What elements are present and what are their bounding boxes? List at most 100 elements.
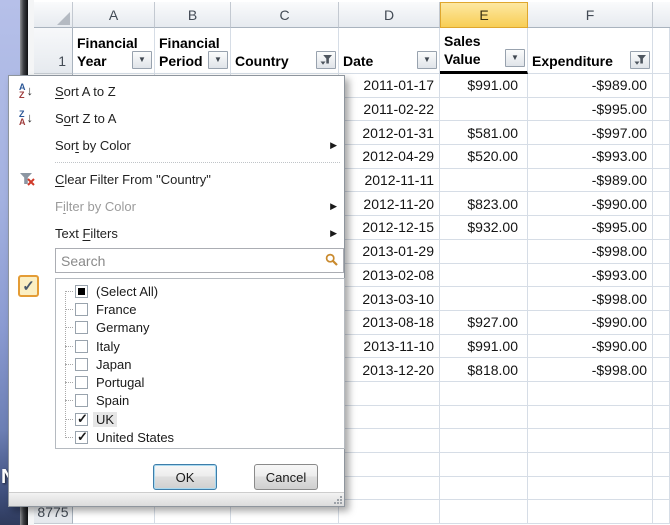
cell-sales[interactable] bbox=[440, 382, 528, 406]
cell-date[interactable]: 2013-08-18 bbox=[339, 311, 440, 335]
cell-sales[interactable]: $520.00 bbox=[440, 145, 528, 169]
cell-sales[interactable] bbox=[440, 264, 528, 288]
cell-sales[interactable] bbox=[440, 406, 528, 430]
cell[interactable] bbox=[653, 74, 670, 98]
cell-sales[interactable]: $927.00 bbox=[440, 311, 528, 335]
ok-button[interactable]: OK bbox=[153, 464, 217, 490]
checkbox-icon[interactable] bbox=[75, 303, 88, 316]
cell-sales[interactable] bbox=[440, 98, 528, 122]
cell-expenditure[interactable]: -$995.00 bbox=[528, 98, 653, 122]
cell-sales[interactable] bbox=[440, 453, 528, 477]
checkbox-icon[interactable] bbox=[75, 358, 88, 371]
cell-expenditure[interactable]: -$990.00 bbox=[528, 192, 653, 216]
cell[interactable] bbox=[653, 477, 670, 501]
cell-date[interactable] bbox=[339, 382, 440, 406]
cell-date[interactable] bbox=[339, 406, 440, 430]
cell-date[interactable]: 2012-01-31 bbox=[339, 121, 440, 145]
cell[interactable] bbox=[653, 358, 670, 382]
cell-expenditure[interactable]: Expenditure bbox=[528, 28, 653, 74]
column-header-a[interactable]: A bbox=[73, 2, 155, 28]
expenditure-filter-dropdown-active[interactable] bbox=[630, 51, 650, 69]
checkbox-icon[interactable] bbox=[75, 285, 88, 298]
cell-expenditure[interactable]: -$997.00 bbox=[528, 121, 653, 145]
cell-date[interactable]: 2012-11-20 bbox=[339, 192, 440, 216]
checkbox-icon[interactable] bbox=[75, 340, 88, 353]
cell-sales[interactable] bbox=[440, 287, 528, 311]
checkbox-icon[interactable] bbox=[75, 394, 88, 407]
column-header-b[interactable]: B bbox=[155, 2, 231, 28]
search-icon[interactable] bbox=[325, 253, 339, 270]
cell-g1-partial[interactable] bbox=[653, 28, 670, 74]
checkbox-icon[interactable] bbox=[75, 376, 88, 389]
cell-sales[interactable] bbox=[440, 240, 528, 264]
column-header-d[interactable]: D bbox=[339, 2, 440, 28]
cell-date[interactable]: 2013-03-10 bbox=[339, 287, 440, 311]
cell-sales[interactable]: $823.00 bbox=[440, 192, 528, 216]
country-filter-dropdown-active[interactable] bbox=[316, 51, 336, 69]
cell-date[interactable]: 2011-02-22 bbox=[339, 98, 440, 122]
search-input[interactable] bbox=[55, 248, 344, 273]
filter-value-italy[interactable]: Italy bbox=[59, 337, 344, 355]
filter-value-united-states[interactable]: United States bbox=[59, 428, 344, 446]
cell-sales[interactable]: $991.00 bbox=[440, 74, 528, 98]
cell-expenditure[interactable] bbox=[528, 382, 653, 406]
cell-expenditure[interactable]: -$989.00 bbox=[528, 169, 653, 193]
resize-grip-icon[interactable] bbox=[332, 494, 343, 505]
cell[interactable] bbox=[653, 335, 670, 359]
cell-date[interactable]: 2012-12-15 bbox=[339, 216, 440, 240]
cell-expenditure[interactable]: -$995.00 bbox=[528, 216, 653, 240]
cell-expenditure[interactable] bbox=[528, 500, 653, 524]
cell-expenditure[interactable] bbox=[528, 406, 653, 430]
cell-sales[interactable] bbox=[440, 477, 528, 501]
menu-item-sort-by-color[interactable]: Sort by Color ▶ bbox=[9, 132, 344, 159]
menu-item-clear-filter[interactable]: Clear Filter From "Country" bbox=[9, 166, 344, 193]
cell-sales[interactable]: $991.00 bbox=[440, 335, 528, 359]
column-header-e-selected[interactable]: E bbox=[440, 2, 528, 28]
cell[interactable] bbox=[653, 145, 670, 169]
date-filter-dropdown[interactable]: ▼ bbox=[417, 51, 437, 69]
sales-value-filter-dropdown[interactable]: ▼ bbox=[505, 49, 525, 67]
cell[interactable] bbox=[653, 264, 670, 288]
cell-date[interactable]: 2013-12-20 bbox=[339, 358, 440, 382]
cell[interactable] bbox=[653, 429, 670, 453]
checkbox-icon[interactable] bbox=[75, 413, 88, 426]
cell[interactable] bbox=[653, 240, 670, 264]
cell[interactable] bbox=[653, 169, 670, 193]
column-header-g-partial[interactable] bbox=[653, 2, 670, 28]
cell-date[interactable] bbox=[339, 429, 440, 453]
cell-financial-period[interactable]: Financial Period ▼ bbox=[155, 28, 231, 74]
cell-sales[interactable] bbox=[440, 169, 528, 193]
menu-item-sort-z-to-a[interactable]: ZA↓ Sort Z to A bbox=[9, 105, 344, 132]
filter-value-portugal[interactable]: Portugal bbox=[59, 373, 344, 391]
cell-expenditure[interactable]: -$993.00 bbox=[528, 264, 653, 288]
cell-date[interactable]: 2012-11-11 bbox=[339, 169, 440, 193]
cell-sales[interactable]: $818.00 bbox=[440, 358, 528, 382]
cell[interactable] bbox=[653, 453, 670, 477]
cell[interactable] bbox=[653, 406, 670, 430]
financial-year-filter-dropdown[interactable]: ▼ bbox=[132, 51, 152, 69]
filter-value-japan[interactable]: Japan bbox=[59, 355, 344, 373]
cell-date[interactable]: 2013-11-10 bbox=[339, 335, 440, 359]
cell-expenditure[interactable]: -$989.00 bbox=[528, 74, 653, 98]
cell-expenditure[interactable] bbox=[528, 477, 653, 501]
cell-date[interactable]: 2013-01-29 bbox=[339, 240, 440, 264]
cell-country[interactable]: Country bbox=[231, 28, 339, 74]
cell[interactable] bbox=[653, 287, 670, 311]
select-all-corner[interactable] bbox=[34, 2, 73, 28]
cell-sales[interactable] bbox=[440, 429, 528, 453]
cell[interactable] bbox=[653, 500, 670, 524]
cell-date[interactable] bbox=[339, 500, 440, 524]
cell-date[interactable] bbox=[339, 453, 440, 477]
filter-value-select-all[interactable]: (Select All) bbox=[59, 282, 344, 300]
cell-expenditure[interactable]: -$993.00 bbox=[528, 145, 653, 169]
filter-value-spain[interactable]: Spain bbox=[59, 392, 344, 410]
row-header-1[interactable]: 1 bbox=[34, 28, 73, 74]
cell[interactable] bbox=[653, 382, 670, 406]
column-header-c[interactable]: C bbox=[231, 2, 339, 28]
cell-expenditure[interactable] bbox=[528, 453, 653, 477]
menu-item-text-filters[interactable]: Text Filters ▶ bbox=[9, 220, 344, 247]
filter-value-uk[interactable]: UK bbox=[59, 410, 344, 428]
cell-expenditure[interactable]: -$998.00 bbox=[528, 240, 653, 264]
cell-expenditure[interactable]: -$998.00 bbox=[528, 287, 653, 311]
cell-expenditure[interactable]: -$990.00 bbox=[528, 335, 653, 359]
